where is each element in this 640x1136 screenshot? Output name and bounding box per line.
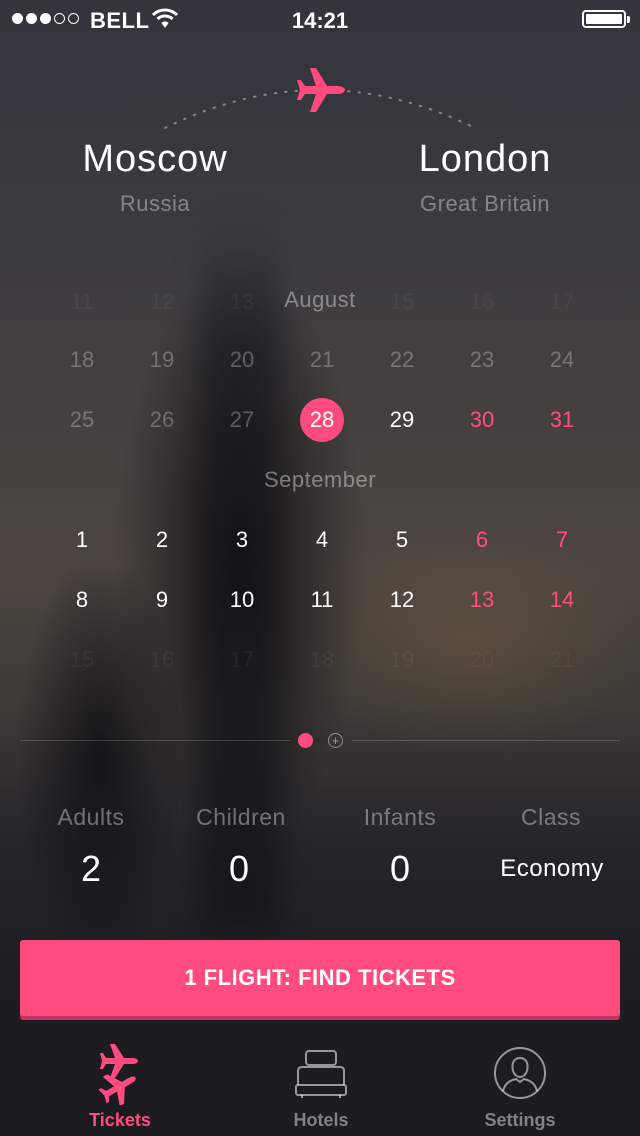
- calendar-day[interactable]: 9: [122, 578, 202, 622]
- calendar-day-weekend[interactable]: 30: [442, 398, 522, 442]
- calendar-day[interactable]: 24: [522, 338, 602, 382]
- tab-settings[interactable]: Settings: [420, 1040, 620, 1131]
- calendar-week-row: 1 2 3 4 5 6 7: [42, 518, 602, 562]
- tab-label: Settings: [484, 1110, 556, 1130]
- divider: [352, 740, 620, 741]
- calendar-day[interactable]: 2: [122, 518, 202, 562]
- arrival-city[interactable]: London: [335, 138, 635, 181]
- month-label: August: [284, 287, 356, 312]
- bed-icon: [221, 1040, 421, 1106]
- calendar-week-row: 15 16 17 18 19 20 21: [42, 638, 602, 682]
- calendar-day[interactable]: 27: [202, 398, 282, 442]
- children-label: Children: [196, 804, 286, 830]
- calendar-day[interactable]: 10: [202, 578, 282, 622]
- tab-label: Hotels: [293, 1110, 349, 1130]
- calendar-day[interactable]: 15: [42, 638, 122, 682]
- battery-icon: [582, 10, 630, 28]
- calendar-day-weekend[interactable]: 31: [522, 398, 602, 442]
- calendar-day-weekend[interactable]: 6: [442, 518, 522, 562]
- page-dot-active[interactable]: [298, 733, 313, 748]
- calendar-day[interactable]: 22: [362, 338, 442, 382]
- class-value[interactable]: Economy: [472, 855, 632, 883]
- calendar-week-row: 18 19 20 21 22 23 24: [42, 338, 602, 382]
- calendar-day[interactable]: 29: [362, 398, 442, 442]
- calendar-day[interactable]: 5: [362, 518, 442, 562]
- calendar-day[interactable]: 19: [362, 638, 442, 682]
- calendar-day-weekend[interactable]: 13: [442, 578, 522, 622]
- adults-count[interactable]: 2: [11, 848, 171, 890]
- calendar-day-weekend[interactable]: 14: [522, 578, 602, 622]
- tickets-planes-icon: [20, 1040, 220, 1106]
- calendar-day[interactable]: 3: [202, 518, 282, 562]
- month-label: September: [263, 467, 377, 492]
- divider: [20, 740, 290, 741]
- calendar-day[interactable]: 1: [42, 518, 122, 562]
- calendar-day-weekend[interactable]: 7: [522, 518, 602, 562]
- calendar-day[interactable]: 18: [42, 338, 122, 382]
- departure-country: Russia: [119, 191, 191, 216]
- children-count[interactable]: 0: [159, 848, 319, 890]
- infants-count[interactable]: 0: [320, 848, 480, 890]
- calendar-day[interactable]: 19: [122, 338, 202, 382]
- status-bar: BELL 14:21: [0, 0, 640, 40]
- infants-label: Infants: [363, 804, 437, 830]
- calendar-day[interactable]: 21: [282, 338, 362, 382]
- calendar-day[interactable]: 8: [42, 578, 122, 622]
- adults-label: Adults: [57, 804, 125, 830]
- calendar-day[interactable]: 20: [202, 338, 282, 382]
- calendar-day[interactable]: 21: [522, 638, 602, 682]
- calendar-day[interactable]: 26: [122, 398, 202, 442]
- tab-hotels[interactable]: Hotels: [221, 1040, 421, 1131]
- calendar-day[interactable]: 11: [282, 578, 362, 622]
- calendar-day-selected[interactable]: 28: [282, 398, 362, 442]
- calendar-day[interactable]: 25: [42, 398, 122, 442]
- calendar-day[interactable]: 23: [442, 338, 522, 382]
- calendar-week-row: 8 9 10 11 12 13 14: [42, 578, 602, 622]
- plane-icon: [295, 64, 347, 121]
- calendar-day[interactable]: 20: [442, 638, 522, 682]
- calendar-day[interactable]: 12: [362, 578, 442, 622]
- status-time: 14:21: [291, 8, 349, 33]
- class-label: Class: [520, 804, 581, 830]
- calendar-week-row: 25 26 27 28 29 30 31: [42, 398, 602, 442]
- calendar-day[interactable]: 18: [282, 638, 362, 682]
- plus-icon[interactable]: +: [328, 733, 343, 748]
- calendar-day[interactable]: 4: [282, 518, 362, 562]
- calendar-day[interactable]: 16: [122, 638, 202, 682]
- departure-city[interactable]: Moscow: [5, 138, 305, 181]
- calendar-day[interactable]: 17: [202, 638, 282, 682]
- tab-tickets[interactable]: Tickets: [20, 1040, 220, 1131]
- find-tickets-button[interactable]: 1 FLIGHT: FIND TICKETS: [20, 940, 620, 1016]
- user-icon: [420, 1040, 620, 1106]
- tab-label: Tickets: [89, 1110, 151, 1130]
- arrival-country: Great Britain: [420, 191, 550, 216]
